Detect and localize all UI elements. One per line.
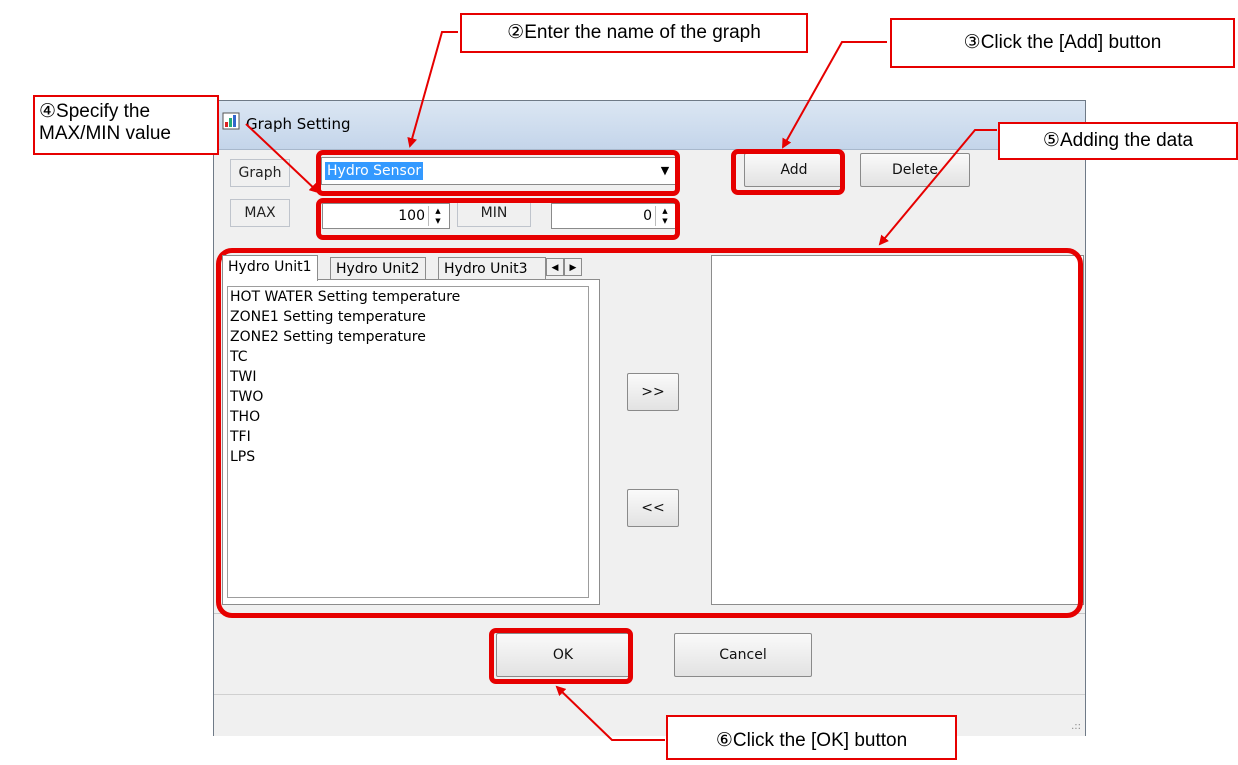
arrow-step3 (782, 41, 887, 149)
callout-step3: ③Click the [Add] button (890, 18, 1235, 68)
arrow-step4 (245, 123, 320, 194)
callout-step6: ⑥Click the [OK] button (666, 715, 957, 760)
arrow-step6 (555, 685, 665, 741)
arrow-step2 (407, 31, 458, 148)
callout-step2: ②Enter the name of the graph (460, 13, 808, 53)
callout-step4: ④Specify the MAX/MIN value (33, 95, 219, 155)
callout-step4-line1: ④Specify the (39, 101, 151, 122)
arrow-step5 (878, 129, 997, 246)
callout-step4-line2: MAX/MIN value (39, 123, 171, 144)
tab-hydro-unit1[interactable]: Hydro Unit1 (222, 255, 318, 281)
callout-step5: ⑤Adding the data (998, 122, 1238, 160)
